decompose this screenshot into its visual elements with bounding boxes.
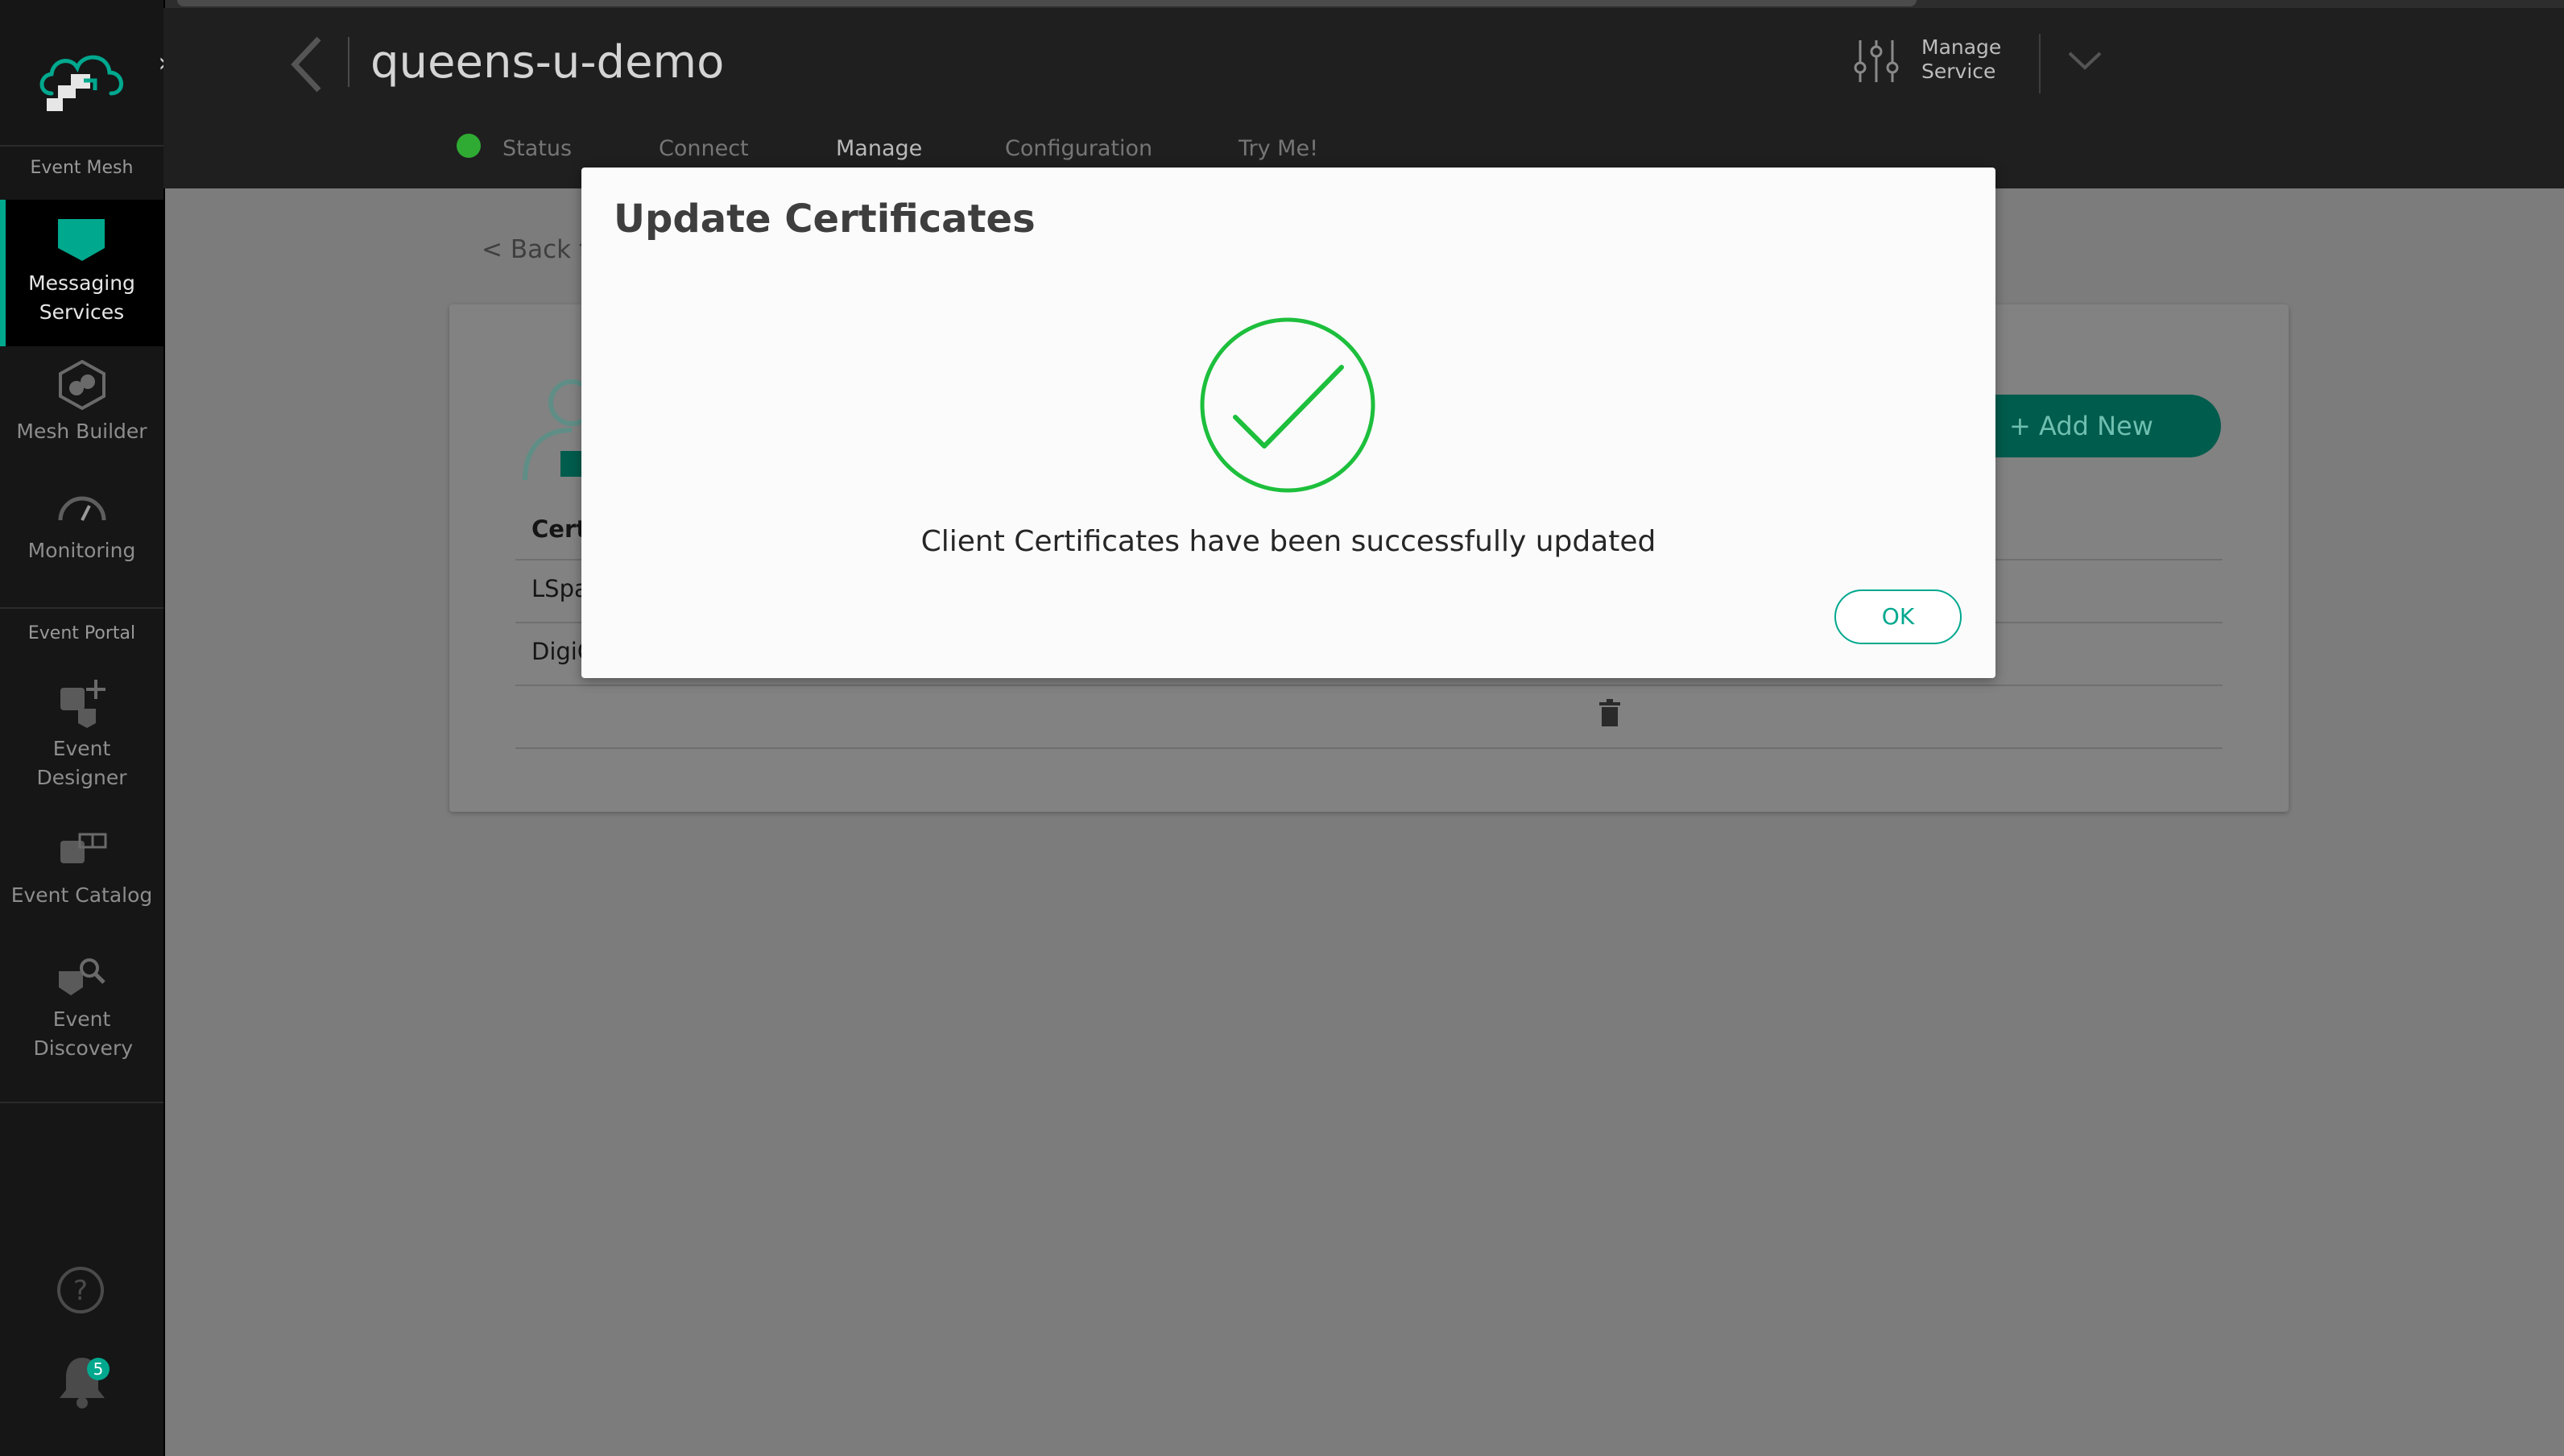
tab-manage[interactable]: Manage xyxy=(836,129,922,169)
event-catalog-icon xyxy=(60,833,106,863)
event-designer-icon xyxy=(60,680,105,728)
section-header-event-mesh: Event Mesh xyxy=(30,158,134,178)
sidebar-item-label: Mesh Builder xyxy=(16,420,147,443)
update-certificates-dialog: Update Certificates Client Certificates … xyxy=(581,168,1995,678)
sidebar-item-monitoring[interactable]: Monitoring xyxy=(0,490,163,586)
browser-tab-strip xyxy=(0,0,2564,8)
sidebar-divider xyxy=(0,607,163,609)
sidebar-item-label: Messaging Services xyxy=(28,271,135,324)
mesh-builder-icon xyxy=(58,359,105,411)
table-column-header: Cert xyxy=(531,515,588,543)
section-header-event-portal: Event Portal xyxy=(27,623,136,643)
sidebar-item-event-catalog[interactable]: Event Catalog xyxy=(0,829,163,926)
dialog-message: Client Certificates have been successful… xyxy=(920,525,1656,558)
sidebar-item-label: Monitoring xyxy=(27,539,136,562)
tab-status[interactable]: Status xyxy=(502,129,572,169)
sliders-icon xyxy=(1854,40,1899,82)
monitoring-gauge-icon xyxy=(58,496,105,521)
sidebar-item-label: Event Discovery xyxy=(33,1007,134,1060)
service-name-title: queens-u-demo xyxy=(370,36,725,89)
solace-cloud-logo-icon[interactable] xyxy=(35,40,129,118)
dialog-title: Update Certificates xyxy=(614,196,1036,242)
success-checkmark-icon xyxy=(1200,317,1375,493)
manage-service-label-line1: Manage xyxy=(1921,35,2002,59)
sidebar-item-mesh-builder[interactable]: Mesh Builder xyxy=(0,359,163,464)
table-divider xyxy=(515,747,2223,749)
event-discovery-icon xyxy=(58,958,105,995)
notification-count-badge: 5 xyxy=(87,1358,110,1380)
sidebar-item-label: Event Catalog xyxy=(10,883,153,907)
table-divider xyxy=(515,685,2223,686)
sidebar-item-messaging-services[interactable]: Messaging Services xyxy=(0,200,163,346)
sidebar-item-event-discovery[interactable]: Event Discovery xyxy=(0,955,163,1076)
status-indicator-dot xyxy=(457,134,481,158)
table-cell: LSpa xyxy=(531,575,589,602)
sidebar-divider xyxy=(0,145,163,147)
tab-try-me[interactable]: Try Me! xyxy=(1239,129,1318,169)
header-divider xyxy=(348,37,349,87)
sidebar-item-event-designer[interactable]: Event Designer xyxy=(0,676,163,797)
back-link[interactable]: < Back t xyxy=(482,235,589,264)
tab-configuration[interactable]: Configuration xyxy=(1005,129,1152,169)
sidebar-divider xyxy=(0,1102,163,1103)
left-sidebar: › Event Mesh Messaging Services Mesh Bui… xyxy=(0,0,169,1456)
manage-service-label-line2: Service xyxy=(1921,60,1996,83)
browser-address-bar xyxy=(177,0,1917,6)
chevron-down-icon[interactable] xyxy=(2065,40,2105,81)
header-divider xyxy=(2039,34,2041,93)
delete-trash-icon[interactable] xyxy=(1598,699,1622,726)
add-new-button[interactable]: + Add New xyxy=(1965,395,2221,457)
messaging-services-icon xyxy=(57,219,105,261)
ok-button[interactable]: OK xyxy=(1834,589,1962,644)
back-chevron-icon[interactable] xyxy=(287,32,327,97)
help-icon[interactable]: ? xyxy=(56,1266,105,1314)
svg-text:?: ? xyxy=(73,1275,88,1307)
sidebar-item-label: Event Designer xyxy=(36,737,127,789)
tab-connect[interactable]: Connect xyxy=(659,129,749,169)
